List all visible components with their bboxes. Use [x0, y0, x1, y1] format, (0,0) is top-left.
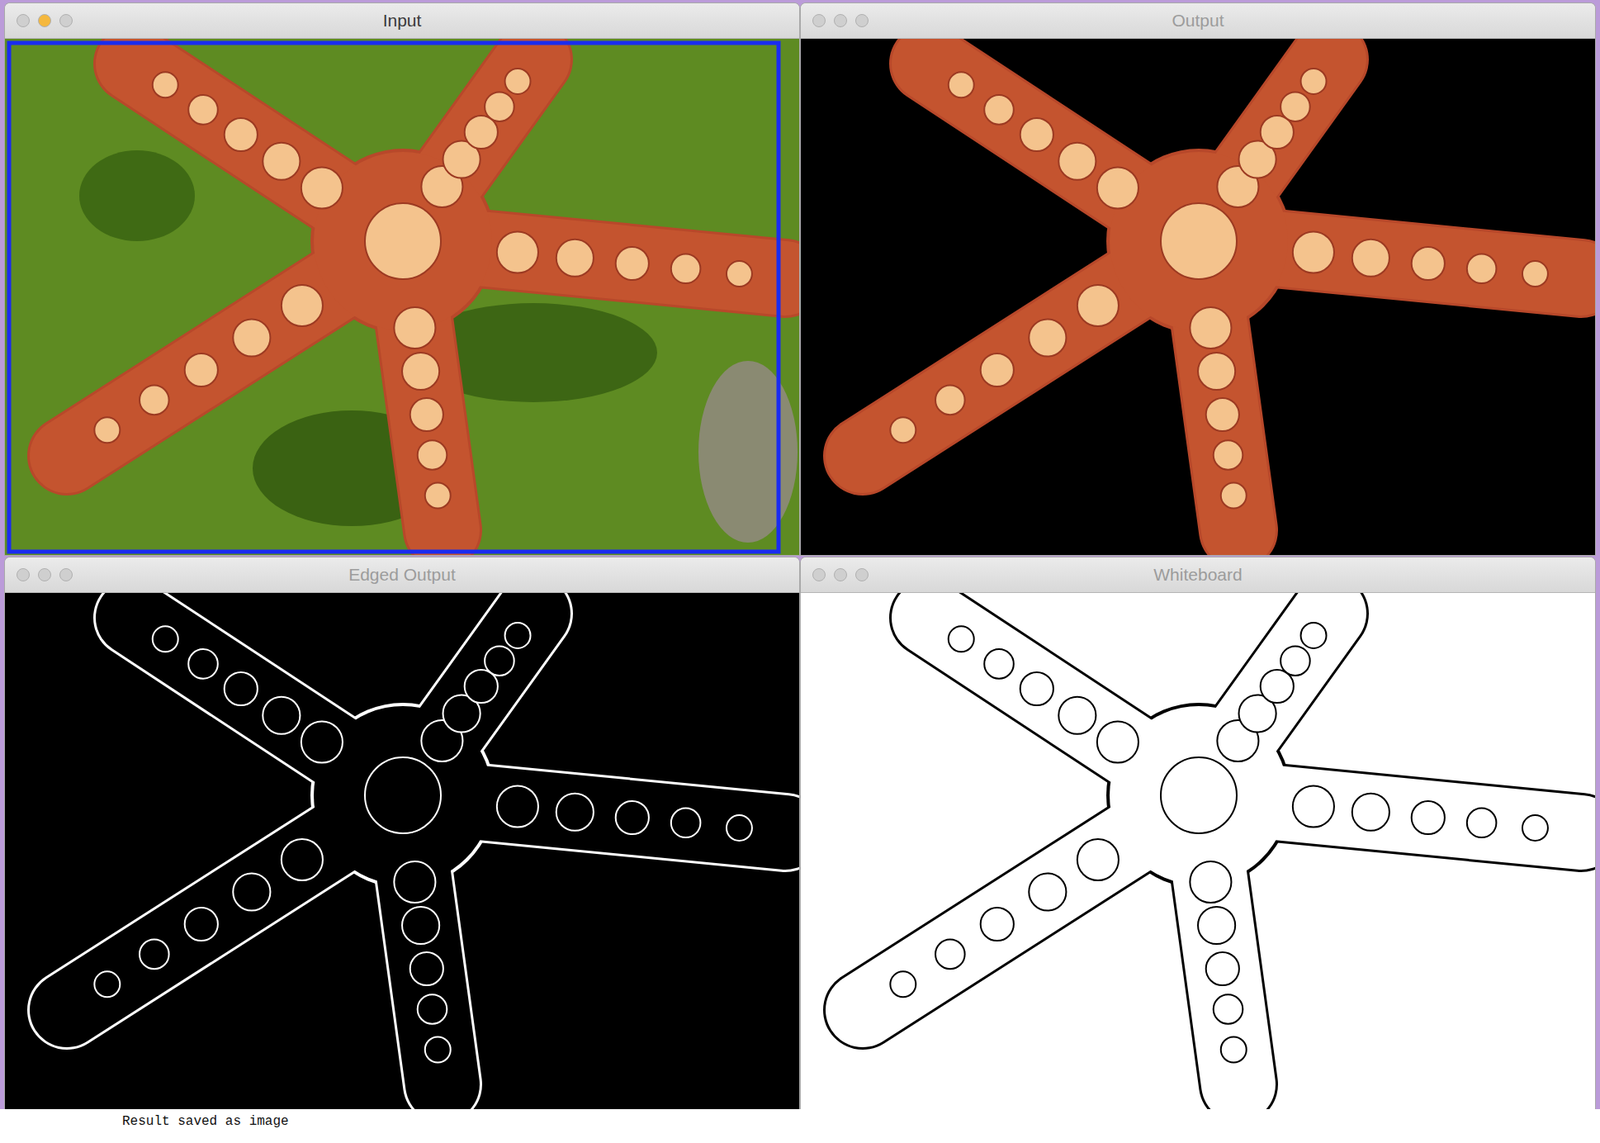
- window-button-icon[interactable]: [833, 568, 848, 582]
- window-controls: [16, 568, 73, 582]
- starfish-shape: [66, 613, 786, 1085]
- window-button-icon[interactable]: [59, 14, 73, 28]
- title-bar[interactable]: Whiteboard: [800, 557, 1596, 593]
- title-bar[interactable]: Edged Output: [4, 557, 800, 593]
- window-button-icon[interactable]: [833, 14, 848, 28]
- title-bar[interactable]: Input: [4, 3, 800, 39]
- selection-rectangle[interactable]: [9, 42, 779, 552]
- window-title: Edged Output: [348, 564, 456, 585]
- image-window[interactable]: Input: [4, 3, 800, 555]
- image-background: [800, 592, 1596, 1109]
- window-button-icon[interactable]: [855, 568, 869, 582]
- window-title: Output: [1171, 10, 1224, 31]
- image-window[interactable]: Whiteboard: [800, 557, 1596, 1109]
- window-title: Input: [383, 10, 422, 31]
- window-button-icon[interactable]: [37, 568, 52, 582]
- window-controls: [812, 568, 869, 582]
- window-button-icon[interactable]: [37, 14, 52, 28]
- terminal-line: Result saved as image: [122, 1113, 1600, 1129]
- image-window[interactable]: Output: [800, 3, 1596, 555]
- image-window[interactable]: Edged Output: [4, 557, 800, 1109]
- desktop: Input Output Edged Output Whiteboard Result …: [0, 0, 1600, 1143]
- starfish-shape: [66, 59, 786, 531]
- image-view: [4, 592, 800, 1109]
- window-button-icon[interactable]: [16, 568, 30, 582]
- image-view: [4, 38, 800, 555]
- image-view: [800, 592, 1596, 1109]
- window-button-icon[interactable]: [855, 14, 869, 28]
- image-background: [4, 592, 800, 1109]
- starfish-shape: [862, 613, 1582, 1085]
- window-controls: [812, 14, 869, 28]
- image-view: [800, 38, 1596, 555]
- window-button-icon[interactable]: [812, 568, 826, 582]
- window-grid: Input Output Edged Output Whiteboard: [0, 0, 1600, 1109]
- starfish-shape: [862, 59, 1582, 531]
- window-button-icon[interactable]: [16, 14, 30, 28]
- window-button-icon[interactable]: [59, 568, 73, 582]
- image-background: [4, 38, 800, 555]
- title-bar[interactable]: Output: [800, 3, 1596, 39]
- window-button-icon[interactable]: [812, 14, 826, 28]
- window-title: Whiteboard: [1153, 564, 1242, 585]
- window-controls: [16, 14, 73, 28]
- terminal-output: Result saved as image: [0, 1108, 1600, 1143]
- image-background: [800, 38, 1596, 555]
